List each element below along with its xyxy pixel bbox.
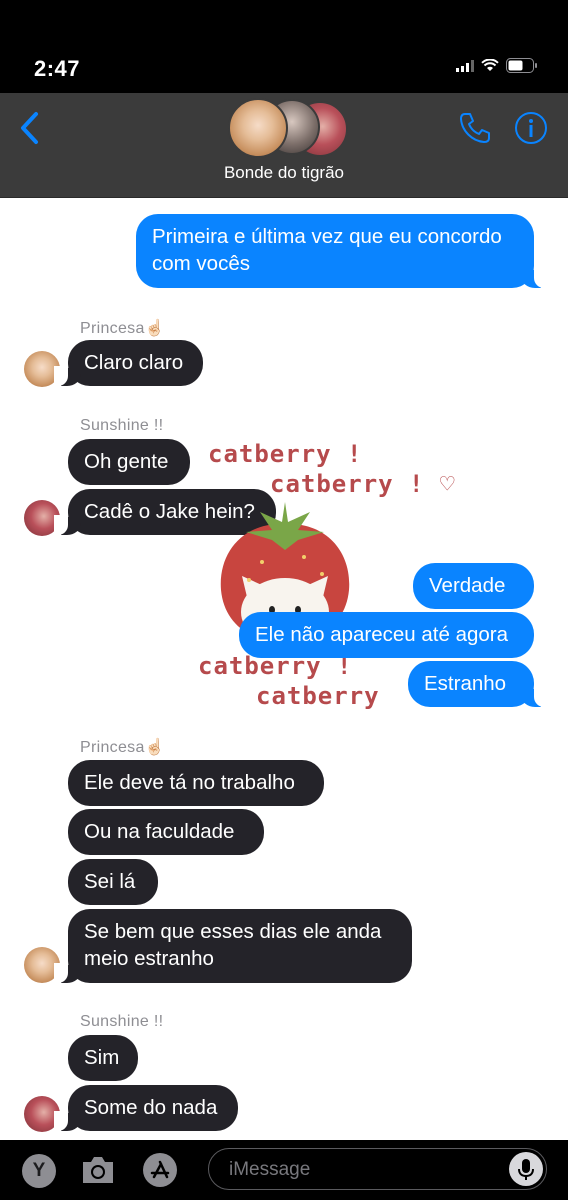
status-icons xyxy=(456,58,538,73)
compose-bar: Y iMessage xyxy=(0,1140,568,1200)
microphone-button[interactable] xyxy=(509,1152,543,1186)
microphone-icon xyxy=(518,1159,534,1180)
phone-icon[interactable] xyxy=(458,111,492,145)
message-bubble-incoming[interactable]: Ele deve tá no trabalho xyxy=(68,760,324,806)
message-bubble-incoming[interactable]: Some do nada xyxy=(54,1085,238,1131)
app-drawer-button[interactable]: Y xyxy=(22,1154,56,1188)
sender-name: Princesa☝🏻 xyxy=(80,320,165,337)
wifi-icon xyxy=(481,59,499,71)
app-store-icon[interactable] xyxy=(142,1152,178,1188)
message-bubble-incoming[interactable]: Ou na faculdade xyxy=(68,809,264,855)
message-bubble-incoming[interactable]: Claro claro xyxy=(54,340,203,386)
sender-name: Princesa☝🏻 xyxy=(80,739,165,756)
sticker-text: catberry ! xyxy=(208,440,363,468)
message-bubble-outgoing[interactable]: Verdade xyxy=(413,563,534,609)
sender-name: Sunshine !! xyxy=(80,1013,164,1030)
message-bubble-outgoing[interactable]: Ele não apareceu até agora xyxy=(239,612,534,658)
sticker-text: catberry xyxy=(256,682,380,710)
message-input[interactable]: iMessage xyxy=(208,1148,547,1190)
status-bar: 2:47 xyxy=(0,0,568,93)
message-bubble-incoming[interactable]: Oh gente xyxy=(68,439,190,485)
message-bubble-incoming[interactable]: Sim xyxy=(68,1035,138,1081)
clock: 2:47 xyxy=(34,56,81,81)
message-bubble-outgoing[interactable]: Estranho xyxy=(408,661,548,707)
group-name[interactable]: Bonde do tigrão xyxy=(0,163,568,183)
back-chevron-icon[interactable] xyxy=(18,111,40,145)
avatar xyxy=(228,98,288,158)
group-avatars[interactable] xyxy=(228,98,348,158)
battery-icon xyxy=(506,58,537,73)
signal-icon xyxy=(456,59,474,72)
sender-name: Sunshine !! xyxy=(80,417,164,434)
message-bubble-outgoing[interactable]: Primeira e última vez que eu concordo co… xyxy=(136,214,548,288)
sticker-text: catberry ! ♡ xyxy=(270,470,456,498)
message-bubble-incoming[interactable]: Sei lá xyxy=(68,859,158,905)
conversation-header: Bonde do tigrão xyxy=(0,93,568,198)
camera-icon[interactable] xyxy=(80,1154,116,1186)
message-bubble-incoming[interactable]: Se bem que esses dias ele anda meio estr… xyxy=(54,909,412,983)
info-icon[interactable] xyxy=(514,111,548,145)
